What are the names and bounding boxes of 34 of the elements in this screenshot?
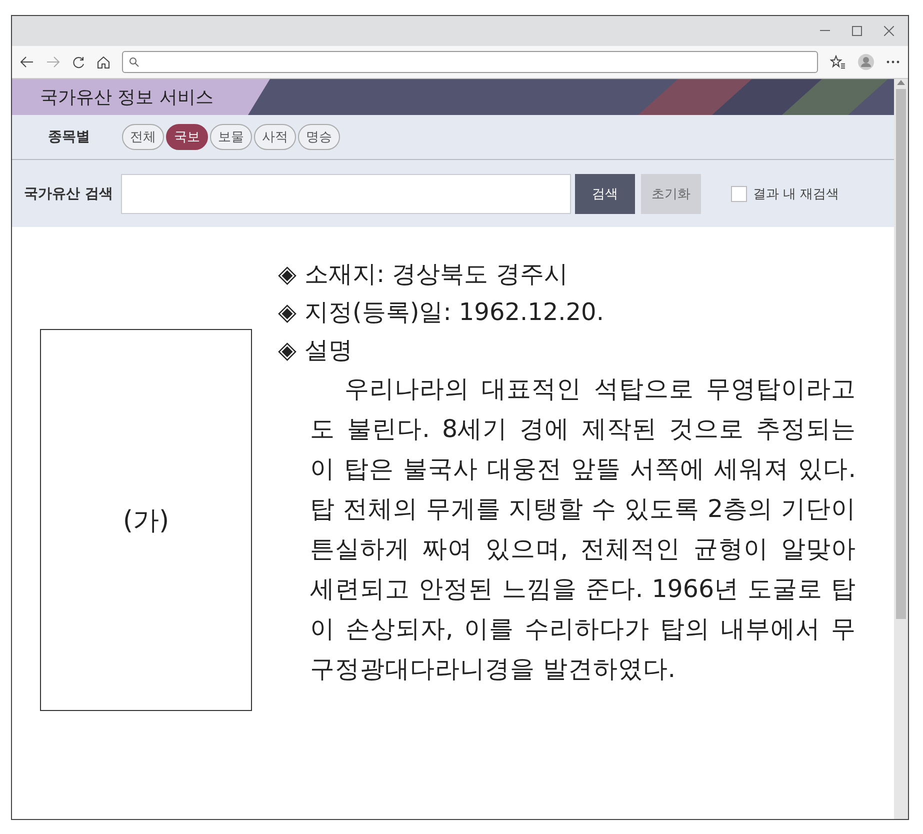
scrollbar[interactable] bbox=[894, 79, 908, 819]
info-text: 소재지: 경상북도 경주시 bbox=[304, 259, 568, 290]
profile-icon[interactable] bbox=[858, 54, 874, 70]
search-icon bbox=[129, 57, 139, 67]
more-icon[interactable] bbox=[886, 60, 900, 64]
info-text: 지정(등록)일: 1962.12.20. bbox=[304, 297, 604, 328]
maximize-icon[interactable] bbox=[852, 26, 862, 36]
back-icon[interactable] bbox=[20, 56, 34, 68]
bullet-marker: ◈ bbox=[278, 297, 296, 328]
reset-button[interactable]: 초기화 bbox=[640, 174, 701, 214]
home-icon[interactable] bbox=[97, 56, 110, 68]
bullet-marker: ◈ bbox=[278, 335, 296, 366]
checkbox[interactable] bbox=[730, 186, 747, 202]
minimize-icon[interactable] bbox=[820, 30, 830, 32]
close-icon[interactable] bbox=[884, 26, 894, 36]
refresh-icon[interactable] bbox=[72, 56, 85, 68]
category-chip[interactable]: 명승 bbox=[298, 124, 340, 150]
checkbox-label: 결과 내 재검색 bbox=[752, 186, 840, 202]
search-field[interactable] bbox=[120, 174, 571, 214]
figure-label: (가) bbox=[122, 504, 170, 538]
category-chip[interactable]: 전체 bbox=[122, 124, 164, 150]
category-chip[interactable]: 보물 bbox=[210, 124, 252, 150]
search-button[interactable]: 검색 bbox=[574, 174, 635, 214]
category-chip[interactable]: 국보 bbox=[166, 124, 208, 150]
bullet-marker: ◈ bbox=[278, 259, 296, 290]
scroll-thumb[interactable] bbox=[896, 89, 906, 619]
info-text: 설명 bbox=[304, 335, 352, 366]
category-label: 종목별 bbox=[48, 128, 90, 146]
site-title: 국가유산 정보 서비스 bbox=[39, 86, 214, 109]
address-field[interactable] bbox=[122, 51, 818, 73]
search-label: 국가유산 검색 bbox=[24, 184, 113, 202]
description-text: 우리나라의 대표적인 석탑으로 무영탑이라고도 불린다. 8세기 경에 제작된 것으로 추정되는 이 탑은 불국사 대웅전 앞뜰 서쪽에 세워져 있다. 탑 전체의 무게를 지탱할 수 있도록 2층의 기단이 튼실하게 짜여 있으며, 전체적인 균형이 알맞아 세련되고 안정된 느낌을 준다. 1966년 도굴로 탑이 손상되자, 이를 수리하다가 탑의 내부에서 무구정광대다라니경을 발견하였다. bbox=[310, 373, 856, 685]
favorites-icon[interactable] bbox=[830, 55, 846, 69]
category-chip[interactable]: 사적 bbox=[254, 124, 296, 150]
